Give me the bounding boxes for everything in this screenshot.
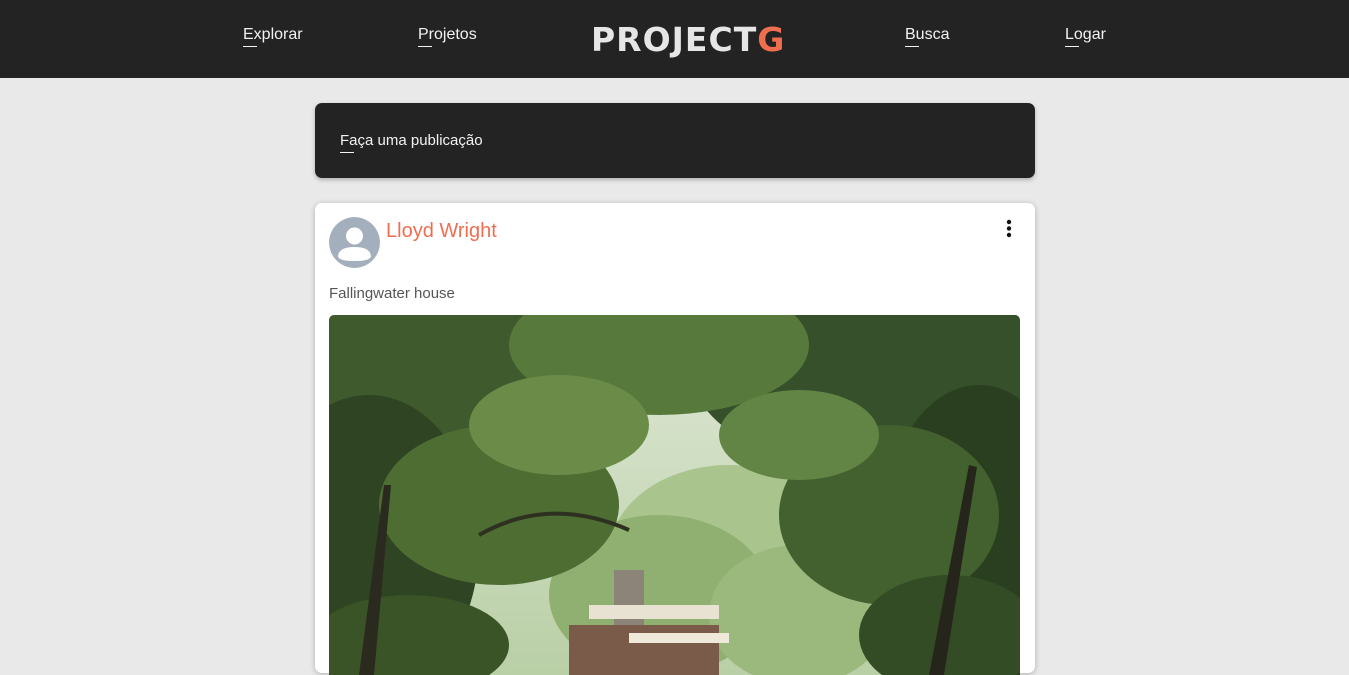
post-image[interactable] — [329, 315, 1020, 675]
logo-main-text: PROJECT — [591, 20, 758, 59]
post-author-name[interactable]: Lloyd Wright — [386, 219, 497, 243]
link-underline — [418, 46, 432, 47]
nav-logar-label: Logar — [1065, 26, 1106, 43]
nav-busca-link[interactable]: Busca — [905, 25, 950, 47]
create-post-box[interactable]: Faça uma publicação — [315, 103, 1035, 178]
post-caption: Fallingwater house — [329, 285, 455, 302]
create-post-label: Faça uma publicação — [340, 132, 483, 149]
site-logo[interactable]: PROJECTG — [591, 21, 785, 59]
link-underline — [905, 46, 919, 47]
nav-projetos-link[interactable]: Projetos — [418, 25, 477, 47]
post-card: Lloyd Wright Fallingwater house — [315, 203, 1035, 675]
nav-logar-link[interactable]: Logar — [1065, 25, 1106, 47]
more-vertical-icon[interactable] — [999, 215, 1019, 243]
top-navbar: Explorar Projetos PROJECTG Busca Logar — [0, 0, 1349, 78]
link-underline — [340, 152, 354, 153]
user-placeholder-icon[interactable] — [329, 217, 380, 268]
nav-busca-label: Busca — [905, 26, 950, 43]
link-underline — [1065, 46, 1079, 47]
nav-explorar-label: Explorar — [243, 26, 303, 43]
nav-explorar-link[interactable]: Explorar — [243, 25, 303, 47]
logo-accent-text: G — [757, 20, 786, 59]
link-underline — [243, 46, 257, 47]
nav-projetos-label: Projetos — [418, 26, 477, 43]
